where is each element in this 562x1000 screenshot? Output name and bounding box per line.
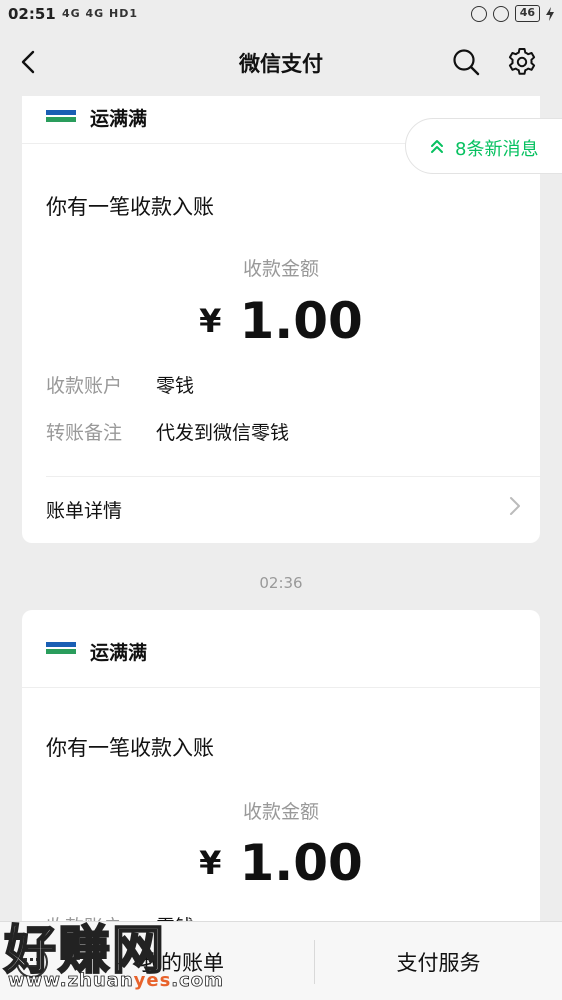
note-key: 转账备注	[46, 422, 123, 444]
tab-my-bills[interactable]: 我的账单	[50, 922, 314, 1000]
amount-label: 收款金额	[242, 258, 319, 280]
chevron-right-icon	[510, 497, 520, 515]
note-row: 转账备注 代发到微信零钱	[46, 418, 289, 445]
account-key: 收款账户	[46, 375, 123, 397]
account-key: 收款账户	[46, 912, 156, 921]
status-right: 46	[470, 5, 554, 22]
card-header: 运满满	[22, 610, 540, 688]
merchant-name: 运满满	[90, 108, 148, 130]
merchant-logo-icon	[46, 642, 76, 654]
merchant-name: 运满满	[90, 642, 148, 664]
message-list[interactable]: 运满满 你有一笔收款入账 收款金额 ¥1.00 收款账户 零钱 转账备注 代发到微信…	[0, 96, 562, 921]
currency-symbol: ¥	[199, 844, 222, 882]
signal-indicators: 4G 4G HD1	[62, 7, 139, 20]
gear-icon[interactable]	[506, 46, 538, 78]
bill-detail-link[interactable]: 账单详情	[46, 496, 122, 523]
new-messages-label: 8条新消息	[455, 139, 539, 160]
account-value: 零钱	[156, 375, 195, 397]
status-bar: 02:51 4G 4G HD1 46	[0, 0, 562, 30]
battery-level: 46	[514, 5, 540, 22]
bottom-tab-bar: 我的账单 支付服务	[0, 921, 562, 1000]
amount-value: ¥1.00	[22, 292, 540, 350]
account-row: 收款账户 零钱	[46, 371, 194, 398]
vibrate-icon	[470, 5, 487, 22]
status-time: 02:51	[8, 5, 56, 23]
payment-card[interactable]: 运满满 你有一笔收款入账 收款金额 ¥1.00 收款账户零钱	[22, 610, 540, 921]
note-value: 代发到微信零钱	[156, 422, 290, 444]
tab-payment-services[interactable]: 支付服务	[315, 922, 562, 1000]
amount-number: 1.00	[239, 834, 363, 892]
amount-value: ¥1.00	[22, 834, 540, 892]
charging-icon	[546, 6, 554, 21]
amount-number: 1.00	[239, 292, 363, 350]
navigation-bar: 微信支付	[0, 30, 562, 96]
new-messages-button[interactable]: 8条新消息	[405, 118, 562, 174]
card-title: 你有一笔收款入账	[46, 195, 214, 219]
account-row: 收款账户零钱	[46, 912, 194, 921]
merchant-logo-icon	[46, 110, 76, 122]
keyboard-icon[interactable]	[14, 944, 50, 980]
card-title: 你有一笔收款入账	[46, 736, 214, 760]
divider	[46, 476, 540, 477]
search-icon[interactable]	[450, 46, 482, 78]
amount-label: 收款金额	[242, 801, 319, 823]
message-timestamp: 02:36	[259, 574, 303, 592]
lock-rotation-icon	[492, 5, 509, 22]
currency-symbol: ¥	[199, 302, 222, 340]
double-chevron-up-icon	[431, 140, 443, 153]
